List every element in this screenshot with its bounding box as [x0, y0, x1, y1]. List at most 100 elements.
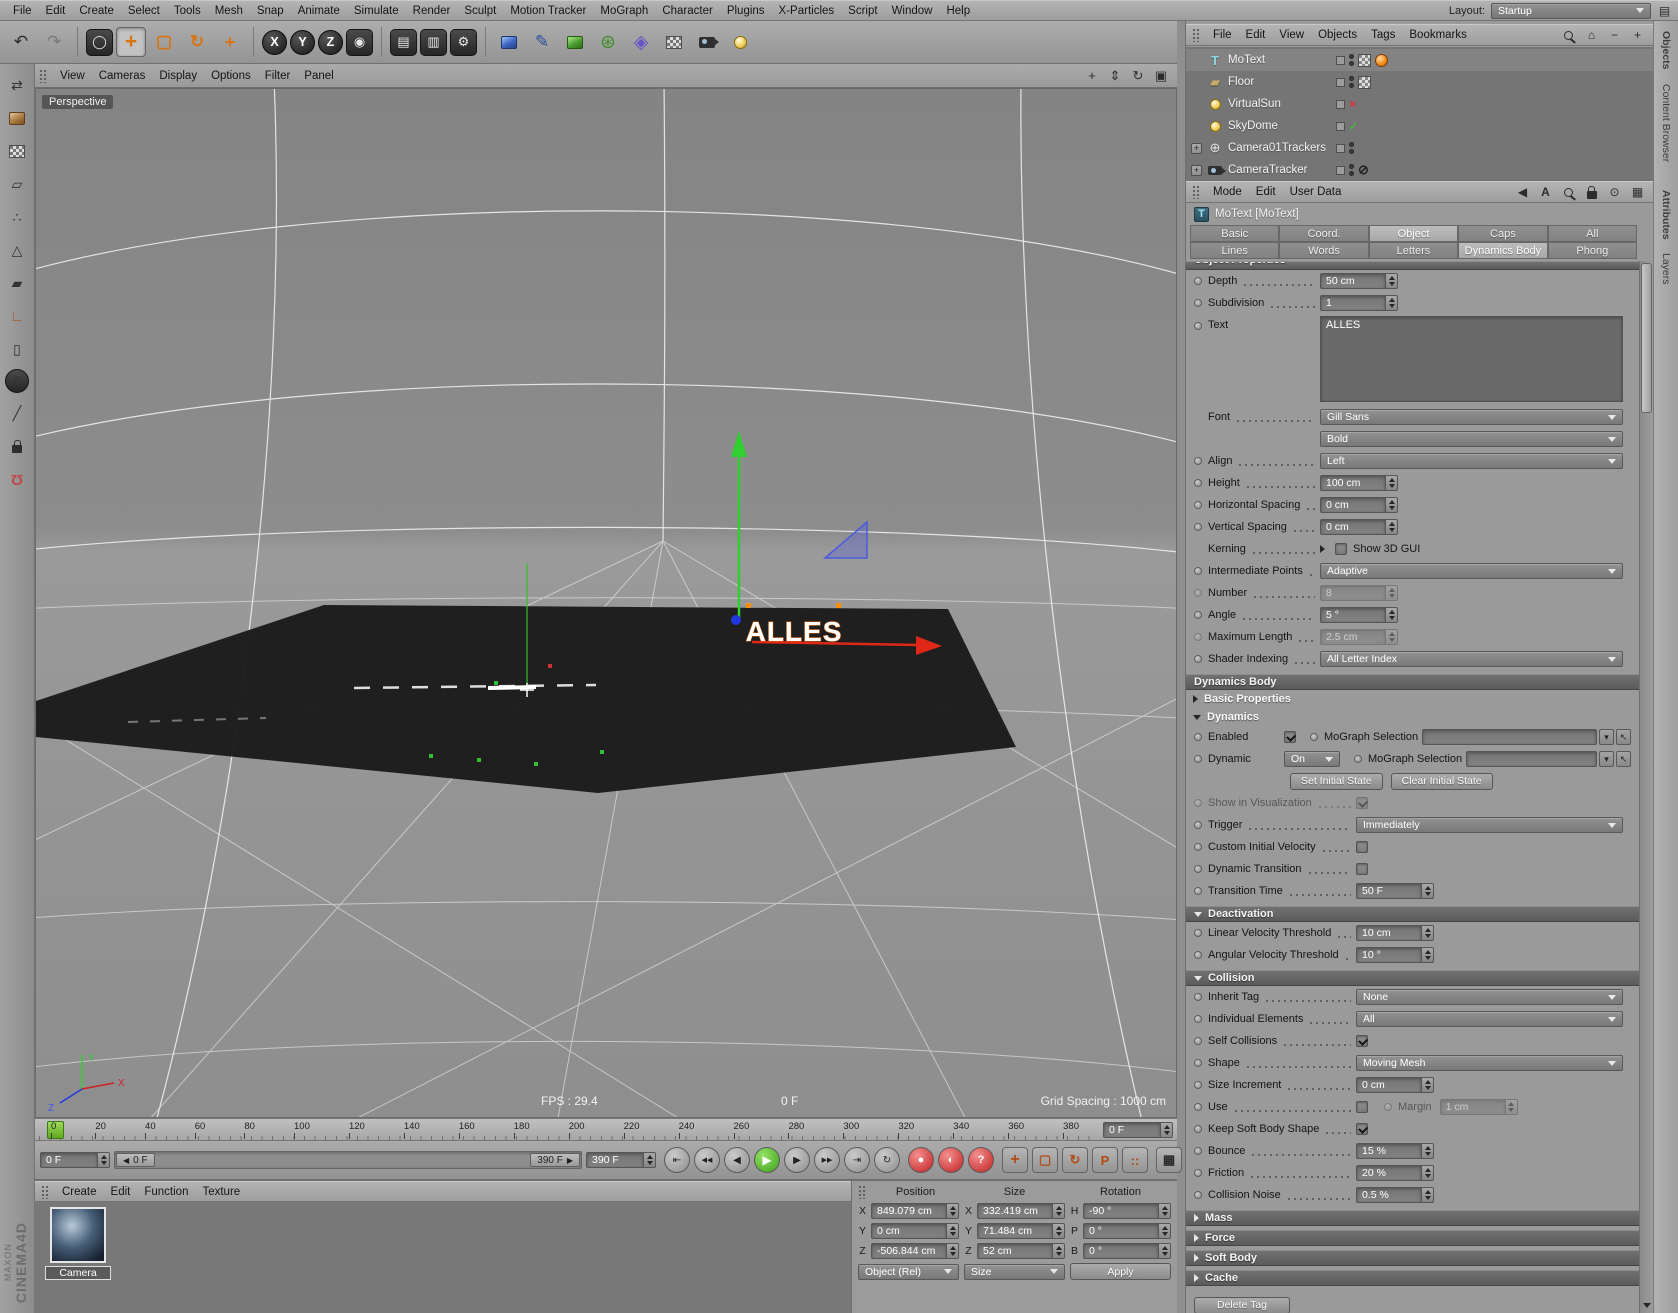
live-selection-icon[interactable]: ◯ — [86, 28, 113, 56]
expand-toggle[interactable]: + — [1191, 142, 1202, 154]
menu-item[interactable]: Sculpt — [457, 5, 503, 17]
record-rotation-toggle[interactable]: ↻ — [1062, 1147, 1088, 1173]
expand-icon[interactable]: + — [1630, 28, 1645, 43]
panel-grid-icon[interactable]: ▤ — [1657, 3, 1672, 18]
depth-input[interactable]: 50 cm — [1320, 273, 1386, 289]
search-icon[interactable] — [1561, 185, 1576, 200]
material-list[interactable]: Camera — [35, 1202, 851, 1313]
object-manager-menu-item[interactable]: Tags — [1364, 29, 1402, 41]
snap-icon[interactable]: S — [5, 369, 29, 393]
anim-dot[interactable] — [1194, 755, 1202, 763]
angle-input[interactable]: 5 ° — [1320, 607, 1386, 623]
vspacing-input[interactable]: 0 cm — [1320, 519, 1386, 535]
anim-dot[interactable] — [1194, 299, 1202, 307]
menu-item[interactable]: Simulate — [347, 5, 406, 17]
anim-dot[interactable] — [1194, 501, 1202, 509]
menu-item[interactable]: Window — [885, 5, 940, 17]
anim-dot[interactable] — [1194, 1103, 1202, 1111]
shader-indexing-select[interactable]: All Letter Index — [1320, 651, 1623, 667]
subsection-dynamics[interactable]: Dynamics — [1186, 708, 1639, 726]
menu-item[interactable]: Render — [406, 5, 458, 17]
drag-grip[interactable] — [1192, 28, 1201, 42]
tab-letters[interactable]: Letters — [1368, 242, 1459, 259]
viewport-solo-icon[interactable]: ▯ — [4, 336, 30, 362]
set-initial-state-button[interactable]: Set Initial State — [1290, 772, 1383, 790]
layout-select[interactable]: Startup — [1491, 2, 1651, 19]
object-manager-menu-item[interactable]: View — [1272, 29, 1311, 41]
mograph-selection2-input[interactable] — [1466, 751, 1597, 767]
anim-dot[interactable] — [1194, 523, 1202, 531]
record-parameter-toggle[interactable]: P — [1092, 1147, 1118, 1173]
menu-item[interactable]: Help — [939, 5, 977, 17]
position-mode-select[interactable]: Object (Rel) — [858, 1263, 959, 1280]
material-menu-item[interactable]: Texture — [195, 1186, 247, 1198]
drag-grip[interactable] — [39, 68, 48, 83]
font-size-icon[interactable]: A — [1538, 185, 1553, 200]
section-deactivation[interactable]: Deactivation — [1186, 906, 1639, 922]
subsection-basic-properties[interactable]: Basic Properties — [1186, 690, 1639, 708]
menu-item[interactable]: MoGraph — [593, 5, 655, 17]
anim-dot[interactable] — [1194, 479, 1202, 487]
font-style-select[interactable]: Bold — [1320, 431, 1623, 447]
anim-dot[interactable] — [1194, 865, 1202, 873]
previous-frame-button[interactable]: ◀ — [724, 1147, 750, 1173]
viewport-menu-item[interactable]: Cameras — [92, 70, 153, 82]
rotation-p-input[interactable]: 0 ° — [1083, 1223, 1159, 1239]
attribute-menu-item[interactable]: User Data — [1283, 186, 1349, 198]
anim-dot[interactable] — [1194, 567, 1202, 575]
collapsed-section-header[interactable]: Soft Body — [1186, 1250, 1639, 1266]
object-manager-menu-item[interactable]: File — [1206, 29, 1239, 41]
tab-object[interactable]: Object — [1368, 225, 1459, 242]
apply-button[interactable]: Apply — [1070, 1263, 1171, 1280]
add-generator-icon[interactable] — [560, 27, 590, 57]
pick-object-icon[interactable]: ↖ — [1616, 729, 1631, 745]
object-row-floor[interactable]: ▰ Floor — [1186, 71, 1653, 93]
collapsed-section-header[interactable]: Cache — [1186, 1270, 1639, 1286]
viewport-menu-item[interactable]: Panel — [297, 70, 340, 82]
view-label[interactable]: Perspective — [42, 95, 114, 109]
expand-arrow-icon[interactable] — [1320, 545, 1325, 553]
tab-phong[interactable]: Phong — [1547, 242, 1637, 259]
material-menu-item[interactable]: Create — [55, 1186, 104, 1198]
history-back-icon[interactable]: ◀ — [1515, 185, 1530, 200]
render-view-icon[interactable]: ▤ — [390, 28, 417, 56]
anim-dot[interactable] — [1194, 322, 1202, 330]
keep-soft-body-shape-checkbox[interactable] — [1356, 1123, 1368, 1135]
texture-tag-icon[interactable] — [1358, 75, 1371, 89]
object-manager-menu-item[interactable]: Bookmarks — [1402, 29, 1474, 41]
add-environment-icon[interactable] — [659, 27, 689, 57]
redo-icon[interactable]: ↷ — [39, 27, 69, 57]
object-row-virtualsun[interactable]: VirtualSun × — [1186, 93, 1653, 115]
anim-dot[interactable] — [1194, 1169, 1202, 1177]
keyframe-help-button[interactable]: ? — [968, 1147, 994, 1173]
tab-coord[interactable]: Coord. — [1279, 225, 1369, 242]
position-z-input[interactable]: -506.844 cm — [871, 1243, 947, 1259]
x-axis-lock-button[interactable]: X — [262, 29, 287, 55]
autokeying-button[interactable]: ◐ — [938, 1147, 964, 1173]
attributes-scrollbar[interactable] — [1639, 261, 1653, 1313]
coordinate-system-icon[interactable]: ◉ — [346, 28, 373, 56]
subdivision-input[interactable]: 1 — [1320, 295, 1386, 311]
inherit-tag-select[interactable]: None — [1356, 989, 1623, 1005]
add-spline-icon[interactable]: ✎ — [527, 27, 557, 57]
text-input[interactable]: ALLES — [1320, 316, 1623, 402]
edges-mode-icon[interactable]: △ — [4, 237, 30, 263]
enabled-checkbox[interactable] — [1284, 731, 1296, 743]
current-frame-input[interactable]: 0 F — [40, 1152, 98, 1168]
layer-chip[interactable] — [1336, 143, 1345, 153]
new-panel-icon[interactable]: ▦ — [1630, 185, 1645, 200]
drag-grip[interactable] — [1192, 185, 1201, 199]
next-key-button[interactable]: ▶▶ — [814, 1147, 840, 1173]
scale-tool-icon[interactable]: ▢ — [149, 27, 179, 57]
tab-layers[interactable]: Layers — [1660, 243, 1672, 289]
render-off-icon[interactable]: × — [1349, 97, 1356, 111]
menu-item[interactable]: Edit — [39, 5, 73, 17]
rotate-tool-icon[interactable]: ↻ — [182, 27, 212, 57]
layer-chip[interactable] — [1336, 55, 1345, 65]
loop-button[interactable]: ↻ — [874, 1147, 900, 1173]
record-pla-toggle[interactable]: :: — [1122, 1147, 1148, 1173]
collapse-icon[interactable]: − — [1607, 28, 1622, 43]
object-manager-list[interactable]: T MoText ▰ Floor VirtualSun × SkyDome ✓ … — [1186, 47, 1653, 181]
perspective-viewport[interactable]: Perspective ALLES Y X Z FPS: 29.4 0 F G… — [15, 78, 1197, 1130]
show-3d-gui-checkbox[interactable] — [1335, 543, 1347, 555]
